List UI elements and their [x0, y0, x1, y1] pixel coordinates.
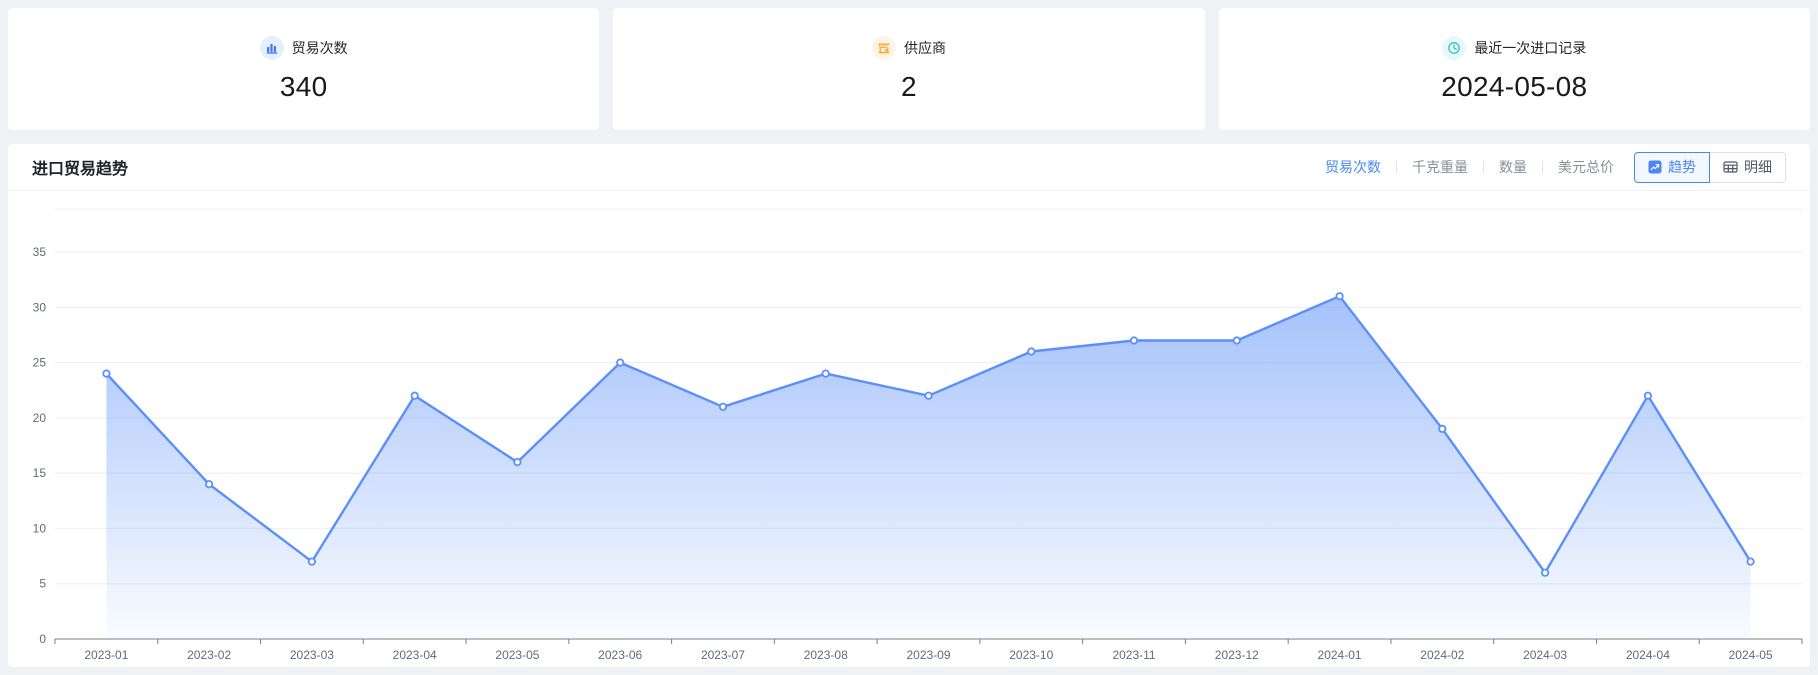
svg-text:2023-03: 2023-03 — [290, 648, 334, 662]
metric-tab-kg-weight[interactable]: 千克重量 — [1412, 157, 1468, 177]
stats-row: 贸易次数 340 供应商 2 — [8, 8, 1810, 130]
stat-value: 2 — [901, 71, 917, 103]
toggle-label: 明细 — [1744, 157, 1772, 177]
stat-card-latest-import: 最近一次进口记录 2024-05-08 — [1219, 8, 1810, 130]
shop-icon — [872, 36, 896, 60]
svg-text:35: 35 — [33, 245, 47, 259]
metric-tab-trade-count[interactable]: 贸易次数 — [1325, 157, 1381, 177]
svg-text:2023-12: 2023-12 — [1215, 648, 1259, 662]
svg-text:30: 30 — [33, 300, 47, 314]
clock-icon — [1442, 36, 1466, 60]
metric-tabs: 贸易次数 千克重量 数量 美元总价 — [1325, 157, 1614, 177]
tab-separator — [1542, 161, 1543, 174]
trend-chart[interactable]: 0 5 10 15 20 25 30 35 2023-01 2023-02 2023-03 2023-… — [8, 191, 1810, 667]
trend-icon — [1648, 160, 1662, 174]
svg-text:0: 0 — [39, 632, 46, 646]
svg-text:10: 10 — [33, 521, 47, 535]
trend-card-title: 进口贸易趋势 — [32, 155, 128, 179]
svg-text:25: 25 — [33, 356, 47, 370]
import-trend-card: 进口贸易趋势 贸易次数 千克重量 数量 美元总价 — [8, 144, 1810, 667]
dashboard-page: 贸易次数 340 供应商 2 — [0, 0, 1818, 675]
trend-view-button[interactable]: 趋势 — [1634, 152, 1710, 183]
stat-card-suppliers: 供应商 2 — [613, 8, 1204, 130]
stat-label: 贸易次数 — [292, 38, 348, 58]
detail-view-button[interactable]: 明细 — [1710, 152, 1786, 183]
svg-text:2023-08: 2023-08 — [804, 648, 848, 662]
svg-text:2023-09: 2023-09 — [906, 648, 950, 662]
svg-text:2023-11: 2023-11 — [1112, 648, 1155, 662]
svg-text:2024-02: 2024-02 — [1420, 648, 1464, 662]
stat-head: 最近一次进口记录 — [1442, 36, 1586, 60]
svg-text:2023-07: 2023-07 — [701, 648, 745, 662]
svg-text:2024-05: 2024-05 — [1729, 648, 1773, 662]
svg-text:2023-01: 2023-01 — [84, 648, 128, 662]
svg-text:2023-05: 2023-05 — [495, 648, 539, 662]
svg-text:2023-04: 2023-04 — [393, 648, 437, 662]
table-icon — [1723, 160, 1738, 174]
toggle-label: 趋势 — [1668, 157, 1696, 177]
stat-value: 2024-05-08 — [1441, 71, 1587, 103]
svg-text:2023-06: 2023-06 — [598, 648, 642, 662]
stat-label: 最近一次进口记录 — [1474, 38, 1586, 58]
bar-chart-icon — [260, 36, 284, 60]
svg-text:5: 5 — [39, 577, 46, 591]
svg-text:2024-01: 2024-01 — [1318, 648, 1362, 662]
svg-text:20: 20 — [33, 411, 47, 425]
tab-separator — [1396, 161, 1397, 174]
metric-tab-quantity[interactable]: 数量 — [1499, 157, 1527, 177]
svg-text:2023-10: 2023-10 — [1009, 648, 1053, 662]
svg-text:2023-02: 2023-02 — [187, 648, 231, 662]
stat-card-trade-count: 贸易次数 340 — [8, 8, 599, 130]
svg-text:2024-03: 2024-03 — [1523, 648, 1567, 662]
svg-text:15: 15 — [33, 466, 47, 480]
stat-label: 供应商 — [904, 38, 946, 58]
svg-text:2024-04: 2024-04 — [1626, 648, 1670, 662]
metric-tab-usd-total[interactable]: 美元总价 — [1558, 157, 1614, 177]
tab-separator — [1483, 161, 1484, 174]
stat-value: 340 — [280, 71, 328, 103]
trend-card-controls: 贸易次数 千克重量 数量 美元总价 — [1325, 152, 1786, 183]
trend-card-header: 进口贸易趋势 贸易次数 千克重量 数量 美元总价 — [8, 144, 1810, 191]
view-toggle: 趋势 明细 — [1634, 152, 1786, 183]
stat-head: 供应商 — [872, 36, 946, 60]
stat-head: 贸易次数 — [260, 36, 348, 60]
